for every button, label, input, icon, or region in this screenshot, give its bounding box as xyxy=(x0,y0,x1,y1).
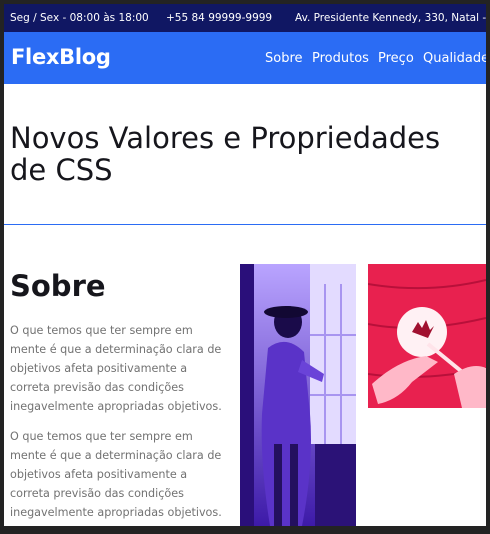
logo[interactable]: FlexBlog xyxy=(11,45,111,69)
address: Av. Presidente Kennedy, 330, Natal - RN xyxy=(295,12,486,24)
nav-link-produtos[interactable]: Produtos xyxy=(312,51,369,66)
woman-window-photo xyxy=(240,264,356,526)
about-paragraph-1: O que temos que ter sempre em mente é qu… xyxy=(10,324,222,413)
nav-link-qualidade[interactable]: Qualidade xyxy=(423,51,486,66)
navbar: FlexBlog Sobre Produtos Preço Qualidade xyxy=(4,32,486,84)
about-paragraph-2: O que temos que ter sempre em mente é qu… xyxy=(10,430,222,519)
opening-hours: Seg / Sex - 08:00 às 18:00 xyxy=(10,12,149,24)
nav-link-preco[interactable]: Preço xyxy=(378,51,414,66)
page: Seg / Sex - 08:00 às 18:00 +55 84 99999-… xyxy=(4,4,486,526)
section-divider xyxy=(4,224,486,225)
nav-link-sobre[interactable]: Sobre xyxy=(265,51,303,66)
hero-title: Novos Valores e Propriedades de CSS xyxy=(10,121,441,187)
hands-plate-photo xyxy=(368,264,486,408)
top-info-bar: Seg / Sex - 08:00 às 18:00 +55 84 99999-… xyxy=(4,4,486,32)
phone-number: +55 84 99999-9999 xyxy=(166,12,273,24)
about-title: Sobre xyxy=(10,269,106,303)
